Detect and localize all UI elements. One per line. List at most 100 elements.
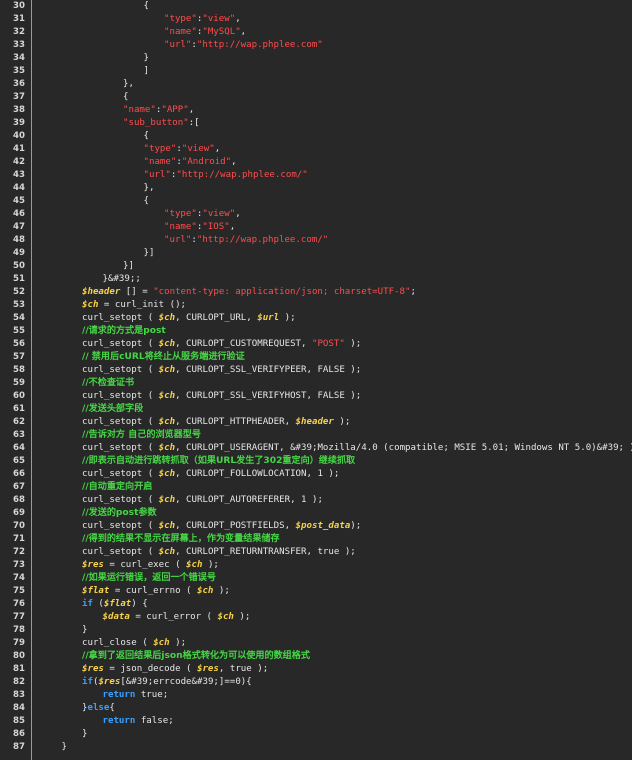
code-text: "name":"Android",: [144, 156, 237, 169]
code-line[interactable]: 37 {: [0, 91, 632, 104]
code-editor[interactable]: 30 {31 "type":"view", 32 "name":"MySQL", 33 "u…: [0, 0, 632, 760]
code-line[interactable]: 63 //告诉对方 自己的浏览器型号: [0, 429, 632, 442]
code-text: //拿到了返回结果后json格式转化为可以使用的数组格式: [82, 650, 310, 663]
code-line[interactable]: 77 $data = curl_error ( $ch );: [0, 611, 632, 624]
code-line[interactable]: 69 //发送的post参数: [0, 507, 632, 520]
line-number: 86: [13, 729, 25, 739]
code-line[interactable]: 87}: [0, 741, 632, 754]
code-line[interactable]: 41 "type":"view",: [0, 143, 632, 156]
variable-token: $ch: [196, 586, 214, 596]
code-line[interactable]: 72 curl_setopt ( $ch, CURLOPT_RETURNTRANS…: [0, 546, 632, 559]
code-text: //请求的方式是post: [82, 325, 166, 338]
code-line[interactable]: 44},: [0, 182, 632, 195]
code-line[interactable]: 58 curl_setopt ( $ch, CURLOPT_SSL_VERIFYP…: [0, 364, 632, 377]
code-token: = json_decode (: [103, 664, 197, 674]
comment-token: //发送的post参数: [82, 508, 157, 518]
code-line[interactable]: 70 curl_setopt ( $ch, CURLOPT_POSTFIELDS,…: [0, 520, 632, 533]
code-token: :[: [188, 118, 200, 128]
keyword-token: return: [102, 716, 136, 726]
code-line[interactable]: 78}: [0, 624, 632, 637]
code-line[interactable]: 52 $header [] = "content-type: applicatio…: [0, 286, 632, 299]
code-line[interactable]: 75 $flat = curl_errno ( $ch );: [0, 585, 632, 598]
variable-token: $ch: [158, 417, 176, 427]
code-text: $header [] = "content-type: application/…: [82, 286, 416, 299]
code-line[interactable]: 56 curl_setopt ( $ch, CURLOPT_CUSTOMREQUE…: [0, 338, 632, 351]
code-line[interactable]: 68 curl_setopt ( $ch, CURLOPT_AUTOREFERER…: [0, 494, 632, 507]
code-line[interactable]: 35]: [0, 65, 632, 78]
code-line[interactable]: 76 if ($flat) {: [0, 598, 632, 611]
string-token: "view": [202, 14, 236, 24]
code-token: },: [143, 183, 155, 193]
string-token: "type": [164, 14, 197, 24]
code-line[interactable]: 67 //自动重定向开启: [0, 481, 632, 494]
code-line[interactable]: 46 "type":"view",: [0, 208, 632, 221]
line-number: 79: [13, 638, 25, 648]
code-line[interactable]: 50}]: [0, 260, 632, 273]
code-line[interactable]: 34}: [0, 52, 632, 65]
code-line[interactable]: 86}: [0, 728, 632, 741]
code-line[interactable]: 84}else{: [0, 702, 632, 715]
code-line[interactable]: 66 curl_setopt ( $ch, CURLOPT_FOLLOWLOCAT…: [0, 468, 632, 481]
code-line[interactable]: 43 "url":"http://wap.phplee.com/": [0, 169, 632, 182]
code-line[interactable]: 32 "name":"MySQL",: [0, 26, 632, 39]
code-line[interactable]: 61 //发送头部字段: [0, 403, 632, 416]
code-line[interactable]: 42 "name":"Android",: [0, 156, 632, 169]
code-line[interactable]: 51}&#39;;: [0, 273, 632, 286]
code-line[interactable]: 65 //即表示自动进行跳转抓取（如果URL发生了302重定向）继续抓取: [0, 455, 632, 468]
line-number: 80: [13, 651, 25, 661]
code-line[interactable]: 36},: [0, 78, 632, 91]
code-line[interactable]: 85 return false;: [0, 715, 632, 728]
code-token: );: [169, 638, 187, 648]
code-line[interactable]: 82 if($res[&#39;errcode&#39;]==0){: [0, 676, 632, 689]
line-number: 35: [13, 66, 25, 76]
code-line[interactable]: 31 "type":"view",: [0, 13, 632, 26]
code-line[interactable]: 73 $res = curl_exec ( $ch );: [0, 559, 632, 572]
code-line[interactable]: 64 curl_setopt ( $ch, CURLOPT_USERAGENT, …: [0, 442, 632, 455]
variable-token: $ch: [158, 495, 176, 505]
code-line[interactable]: 55 //请求的方式是post: [0, 325, 632, 338]
code-line[interactable]: 54 curl_setopt ( $ch, CURLOPT_URL, $url )…: [0, 312, 632, 325]
code-token: }]: [123, 261, 134, 271]
code-line[interactable]: 30 {: [0, 0, 632, 13]
code-line[interactable]: 45 {: [0, 195, 632, 208]
code-token: }: [82, 729, 88, 739]
variable-token: $ch: [217, 612, 234, 622]
line-number: 68: [13, 495, 25, 505]
line-number: 36: [13, 79, 25, 89]
line-number: 48: [13, 235, 25, 245]
code-token: [&#39;errcode&#39;]==0){: [120, 677, 252, 687]
code-line[interactable]: 38 "name":"APP",: [0, 104, 632, 117]
code-token: ,: [188, 105, 195, 115]
code-line[interactable]: 81 $res = json_decode ( $res, true );: [0, 663, 632, 676]
code-line[interactable]: 71 //得到的结果不显示在屏幕上，作为变量结果储存: [0, 533, 632, 546]
code-line[interactable]: 40 {: [0, 130, 632, 143]
code-line[interactable]: 80 //拿到了返回结果后json格式转化为可以使用的数组格式: [0, 650, 632, 663]
line-number: 85: [13, 716, 25, 726]
variable-token: $ch: [158, 391, 176, 401]
code-area[interactable]: 30 {31 "type":"view", 32 "name":"MySQL", 33 "u…: [0, 0, 632, 760]
code-token: {: [143, 1, 149, 11]
code-line[interactable]: 47 "name":"IOS",: [0, 221, 632, 234]
code-token: , CURLOPT_POSTFIELDS,: [175, 521, 296, 531]
code-line[interactable]: 49}]: [0, 247, 632, 260]
code-line[interactable]: 79 curl_close ( $ch );: [0, 637, 632, 650]
code-line[interactable]: 33 "url":"http://wap.phplee.com": [0, 39, 632, 52]
code-token: curl_setopt (: [82, 365, 159, 375]
code-token: {: [143, 131, 149, 141]
string-token: "Android": [181, 157, 232, 167]
line-number: 33: [13, 40, 25, 50]
string-token: "type": [143, 144, 177, 154]
code-token: , CURLOPT_SSL_VERIFYHOST, FALSE );: [175, 391, 362, 401]
code-line[interactable]: 53 $ch = curl_init ();: [0, 299, 632, 312]
line-number: 47: [13, 222, 25, 232]
code-line[interactable]: 48 "url":"http://wap.phplee.com/": [0, 234, 632, 247]
code-line[interactable]: 57 // 禁用后cURL将终止从服务端进行验证: [0, 351, 632, 364]
code-line[interactable]: 59 //不检查证书: [0, 377, 632, 390]
code-line[interactable]: 83 return true;: [0, 689, 632, 702]
code-line[interactable]: 62 curl_setopt ( $ch, CURLOPT_HTTPHEADER,…: [0, 416, 632, 429]
code-line[interactable]: 60 curl_setopt ( $ch, CURLOPT_SSL_VERIFYH…: [0, 390, 632, 403]
code-text: //如果运行错误，返回一个错误号: [82, 572, 216, 585]
code-line[interactable]: 74 //如果运行错误，返回一个错误号: [0, 572, 632, 585]
code-line[interactable]: 39 "sub_button":[: [0, 117, 632, 130]
code-text: return false;: [103, 715, 174, 728]
